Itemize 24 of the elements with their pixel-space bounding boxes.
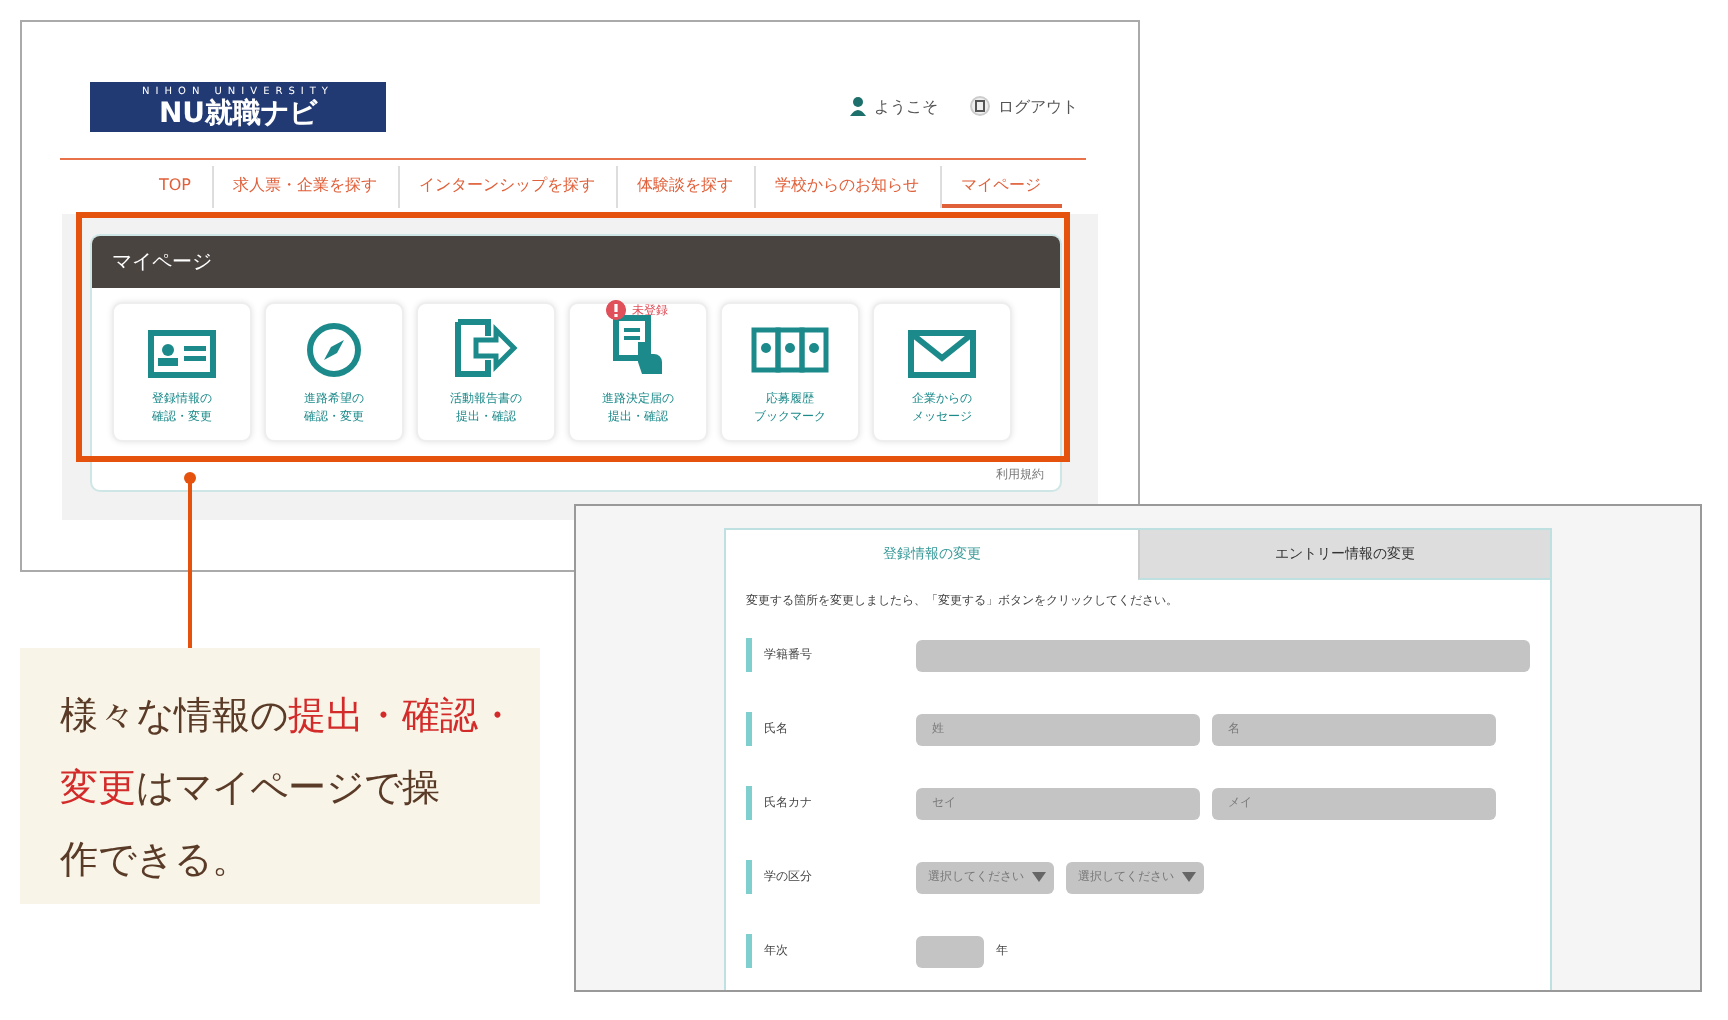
caret-icon xyxy=(1032,872,1046,882)
input-field[interactable] xyxy=(916,935,984,967)
nav-link[interactable]: インターンシップを探す xyxy=(397,166,615,208)
document-arrow-icon xyxy=(452,318,520,378)
person-icon xyxy=(850,96,866,116)
logout-icon[interactable] xyxy=(970,96,990,116)
form-hand-icon xyxy=(610,314,666,378)
callout-text: 様々な情報の提出・確認・ 変更はマイページで操 作できる。 xyxy=(60,692,518,886)
compass-icon xyxy=(306,322,362,378)
nav-link[interactable]: 求人票・企業を探す xyxy=(211,166,397,208)
nav-link[interactable]: 学校からのお知らせ xyxy=(753,166,939,208)
nav-link[interactable]: TOP xyxy=(138,166,211,208)
logout-link[interactable]: ログアウト xyxy=(998,95,1078,117)
input-field[interactable] xyxy=(916,639,1530,671)
nav-link[interactable]: マイページ xyxy=(939,166,1061,208)
welcome-text: ようこそ xyxy=(874,95,938,117)
nav-link[interactable]: 体験談を探す xyxy=(615,166,753,208)
id-card-icon xyxy=(148,330,216,378)
alert-icon xyxy=(606,300,626,320)
logo-title: NU就職ナビ xyxy=(158,97,318,129)
panel-title: マイページ xyxy=(92,236,1060,288)
caret-icon xyxy=(1182,872,1196,882)
starred-pages-icon xyxy=(750,326,830,378)
envelope-icon xyxy=(908,330,976,378)
